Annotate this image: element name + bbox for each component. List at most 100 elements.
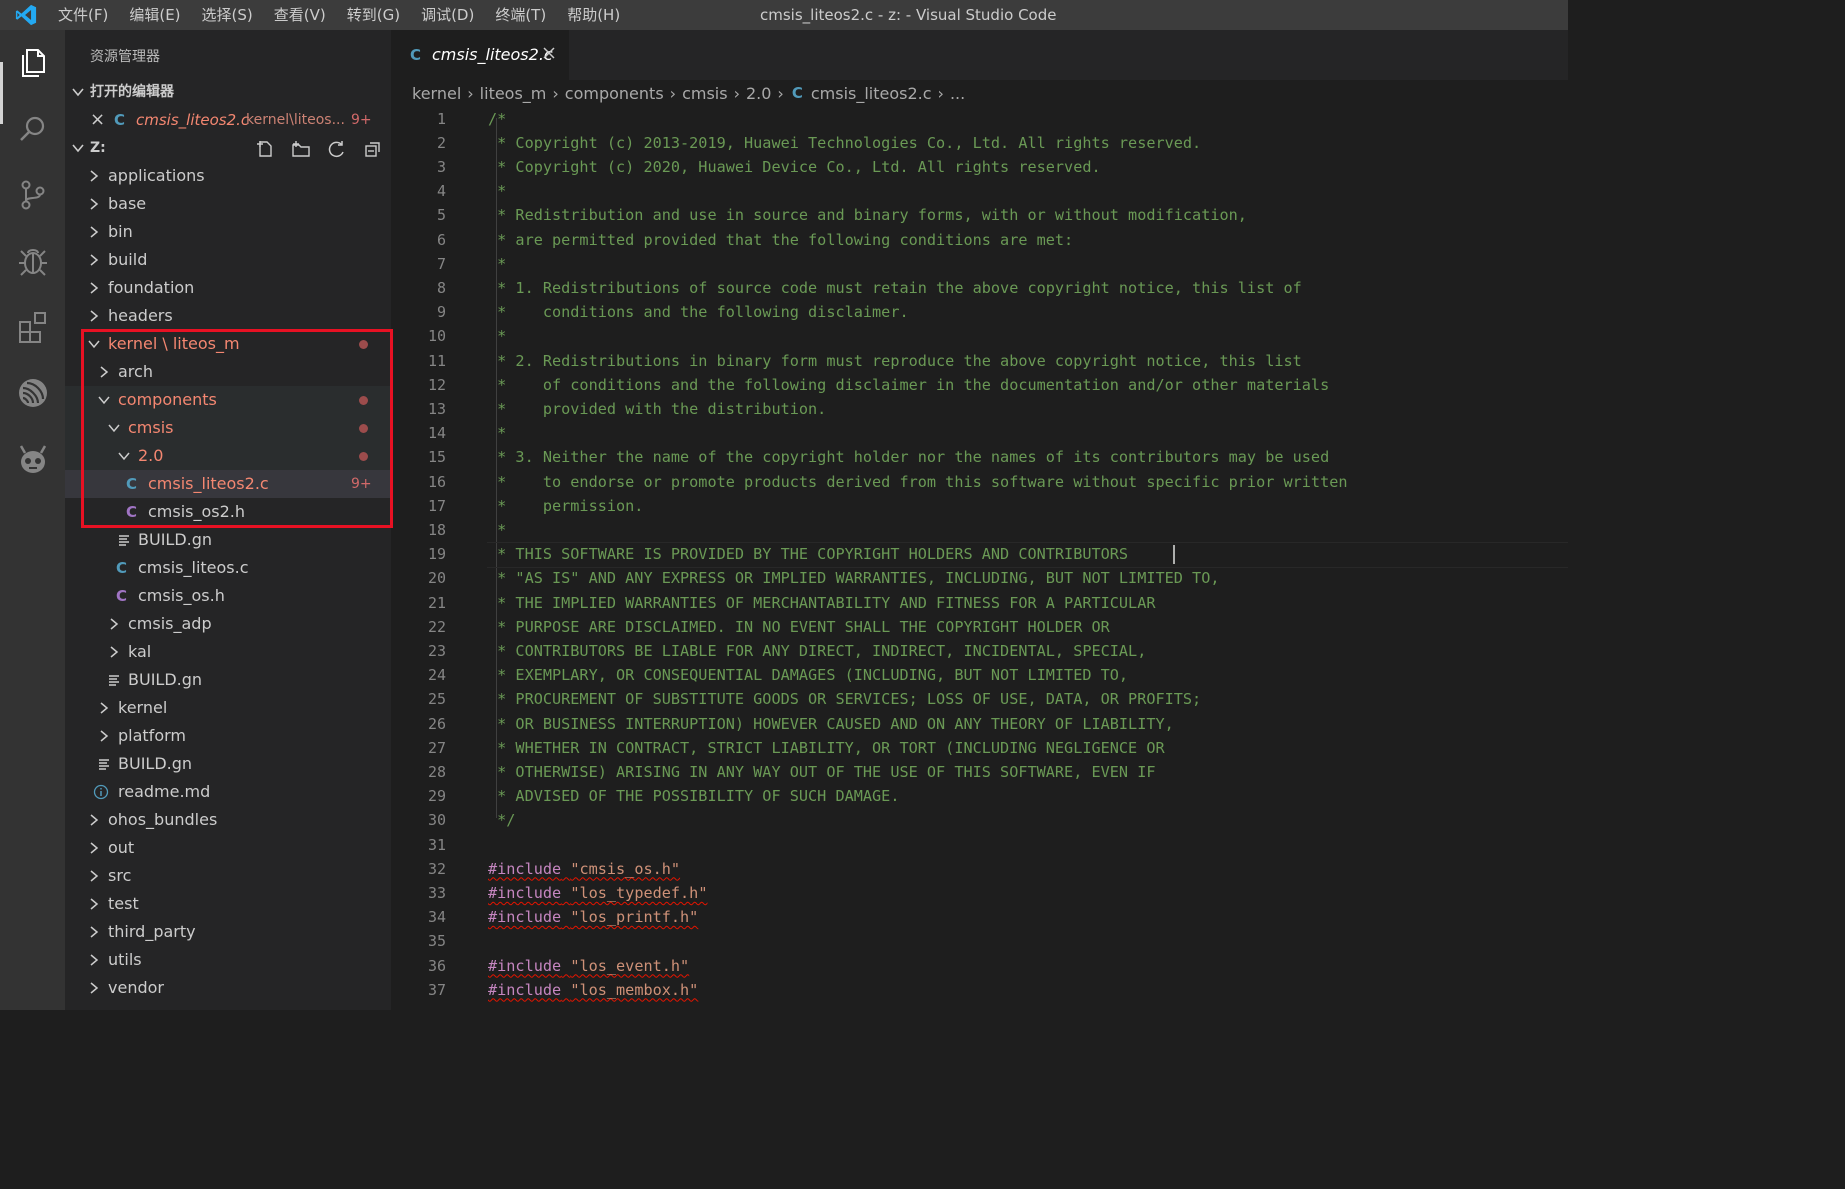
breadcrumb-item[interactable]: cmsis: [682, 84, 728, 103]
tree-label: cmsis_os.h: [138, 586, 225, 605]
tree-label: cmsis_adp: [128, 614, 212, 633]
code-editor[interactable]: 1 /* 2 * Copyright (c) 2013-2019, Huawei T…: [391, 106, 1568, 1010]
code-line: 18 *: [391, 518, 1568, 542]
breadcrumb-item[interactable]: cmsis_liteos2.c: [811, 84, 932, 103]
menu-help[interactable]: 帮助(H): [567, 0, 620, 30]
open-editors-header[interactable]: 打开的编辑器: [65, 78, 391, 106]
tree-file-build-gn[interactable]: BUILD.gn: [65, 750, 391, 778]
tree-label: kal: [128, 642, 152, 661]
line-number: 35: [427, 932, 446, 951]
new-file-icon[interactable]: [255, 139, 275, 159]
menu-selection[interactable]: 选择(S): [202, 0, 253, 30]
code-text: * WHETHER IN CONTRACT, STRICT LIABILITY,…: [488, 738, 1165, 757]
tree-folder-foundation[interactable]: foundation: [65, 274, 391, 302]
line-number: 31: [427, 835, 446, 854]
breadcrumb-item[interactable]: liteos_m: [480, 84, 547, 103]
refresh-icon[interactable]: [327, 139, 347, 159]
tree-folder-applications[interactable]: applications: [65, 162, 391, 190]
menu-edit[interactable]: 编辑(E): [129, 0, 180, 30]
code-line: 2 * Copyright (c) 2013-2019, Huawei Tech…: [391, 131, 1568, 155]
new-folder-icon[interactable]: [291, 139, 311, 159]
open-editor-item[interactable]: × C cmsis_liteos2.c kernel\liteos... 9+: [65, 106, 391, 134]
explorer-icon[interactable]: [14, 44, 52, 82]
breadcrumb-item[interactable]: components: [565, 84, 664, 103]
tree-folder-out[interactable]: out: [65, 834, 391, 862]
line-number: 23: [427, 641, 446, 660]
tree-label: headers: [108, 306, 173, 325]
code-line: 30 */: [391, 808, 1568, 832]
code-text: *: [488, 182, 507, 201]
collapse-all-icon[interactable]: [363, 139, 383, 159]
debug-icon[interactable]: [14, 242, 52, 280]
tree-folder-kernel[interactable]: kernel: [65, 694, 391, 722]
tree-folder-third-party[interactable]: third_party: [65, 918, 391, 946]
code-text: * of conditions and the following discla…: [488, 375, 1330, 394]
code-line: 12 * of conditions and the following dis…: [391, 373, 1568, 397]
tree-folder-utils[interactable]: utils: [65, 946, 391, 974]
menu-terminal[interactable]: 终端(T): [495, 0, 546, 30]
workspace-header[interactable]: Z:: [65, 134, 391, 162]
chevron-right-icon: ›: [937, 83, 944, 103]
tab-cmsis-liteos2-c[interactable]: C cmsis_liteos2.c: [391, 30, 569, 80]
remote-icon[interactable]: [14, 374, 52, 412]
tree-file-build-gn[interactable]: BUILD.gn: [65, 526, 391, 554]
c-file-icon: C: [114, 111, 126, 129]
code-text: */: [488, 811, 516, 830]
tree-label: BUILD.gn: [128, 670, 203, 689]
tree-folder-build[interactable]: build: [65, 246, 391, 274]
info-icon: [93, 784, 109, 800]
line-number: 7: [436, 254, 446, 273]
tree-file-readme-md[interactable]: readme.md: [65, 778, 391, 806]
tree-folder-headers[interactable]: headers: [65, 302, 391, 330]
tree-folder-ohos-bundles[interactable]: ohos_bundles: [65, 806, 391, 834]
tree-folder-bin[interactable]: bin: [65, 218, 391, 246]
lines-file-icon: [99, 759, 109, 770]
open-editor-badge: 9+: [351, 112, 372, 128]
breadcrumb-item[interactable]: ...: [950, 84, 965, 103]
tree-label: build: [108, 250, 148, 269]
tree-file-build-gn[interactable]: BUILD.gn: [65, 666, 391, 694]
code-text: /*: [488, 109, 507, 128]
close-icon[interactable]: ×: [90, 106, 105, 134]
chevron-right-icon: [100, 702, 109, 714]
tree-folder-test[interactable]: test: [65, 890, 391, 918]
menu-view[interactable]: 查看(V): [274, 0, 326, 30]
line-number: 8: [436, 278, 446, 297]
code-text: * 3. Neither the name of the copyright h…: [488, 448, 1330, 467]
code-line: 24 * EXEMPLARY, OR CONSEQUENTIAL DAMAGES…: [391, 663, 1568, 687]
breadcrumb: kernel › liteos_m › components › cmsis › 2.0…: [412, 80, 965, 106]
tree-folder-cmsis-adp[interactable]: cmsis_adp: [65, 610, 391, 638]
code-line: 22 * PURPOSE ARE DISCLAIMED. IN NO EVENT…: [391, 615, 1568, 639]
tree-file-cmsis-liteos-c[interactable]: C cmsis_liteos.c: [65, 554, 391, 582]
code-text: * OTHERWISE) ARISING IN ANY WAY OUT OF T…: [488, 762, 1156, 781]
tree-file-cmsis-os-h[interactable]: C cmsis_os.h: [65, 582, 391, 610]
tree-folder-vendor[interactable]: vendor: [65, 974, 391, 1002]
code-line: 6 * are permitted provided that the foll…: [391, 228, 1568, 252]
breadcrumb-item[interactable]: 2.0: [746, 84, 771, 103]
code-line: 34 #include "los_printf.h": [391, 905, 1568, 929]
window-title: cmsis_liteos2.c - z: - Visual Studio Cod…: [760, 6, 1057, 24]
code-text: * PROCUREMENT OF SUBSTITUTE GOODS OR SER…: [488, 690, 1202, 709]
source-control-icon[interactable]: [14, 176, 52, 214]
code-line: 16 * to endorse or promote products deri…: [391, 470, 1568, 494]
code-line: 8 * 1. Redistributions of source code mu…: [391, 276, 1568, 300]
menu-go[interactable]: 转到(G): [347, 0, 400, 30]
tree-folder-base[interactable]: base: [65, 190, 391, 218]
close-icon[interactable]: [543, 47, 555, 59]
code-text: * provided with the distribution.: [488, 399, 827, 418]
tree-label: base: [108, 194, 147, 213]
tree-folder-platform[interactable]: platform: [65, 722, 391, 750]
chevron-right-icon: [90, 170, 99, 182]
robot-icon[interactable]: [14, 440, 52, 478]
search-icon[interactable]: [14, 110, 52, 148]
menu-file[interactable]: 文件(F): [58, 0, 108, 30]
menu-debug[interactable]: 调试(D): [421, 0, 474, 30]
code-line: 14 *: [391, 421, 1568, 445]
breadcrumb-item[interactable]: kernel: [412, 84, 461, 103]
tree-folder-kal[interactable]: kal: [65, 638, 391, 666]
code-text: * THIS SOFTWARE IS PROVIDED BY THE COPYR…: [488, 545, 1129, 564]
line-number: 3: [436, 157, 446, 176]
tree-folder-src[interactable]: src: [65, 862, 391, 890]
extensions-icon[interactable]: [14, 308, 52, 346]
code-text: * CONTRIBUTORS BE LIABLE FOR ANY DIRECT,…: [488, 641, 1147, 660]
